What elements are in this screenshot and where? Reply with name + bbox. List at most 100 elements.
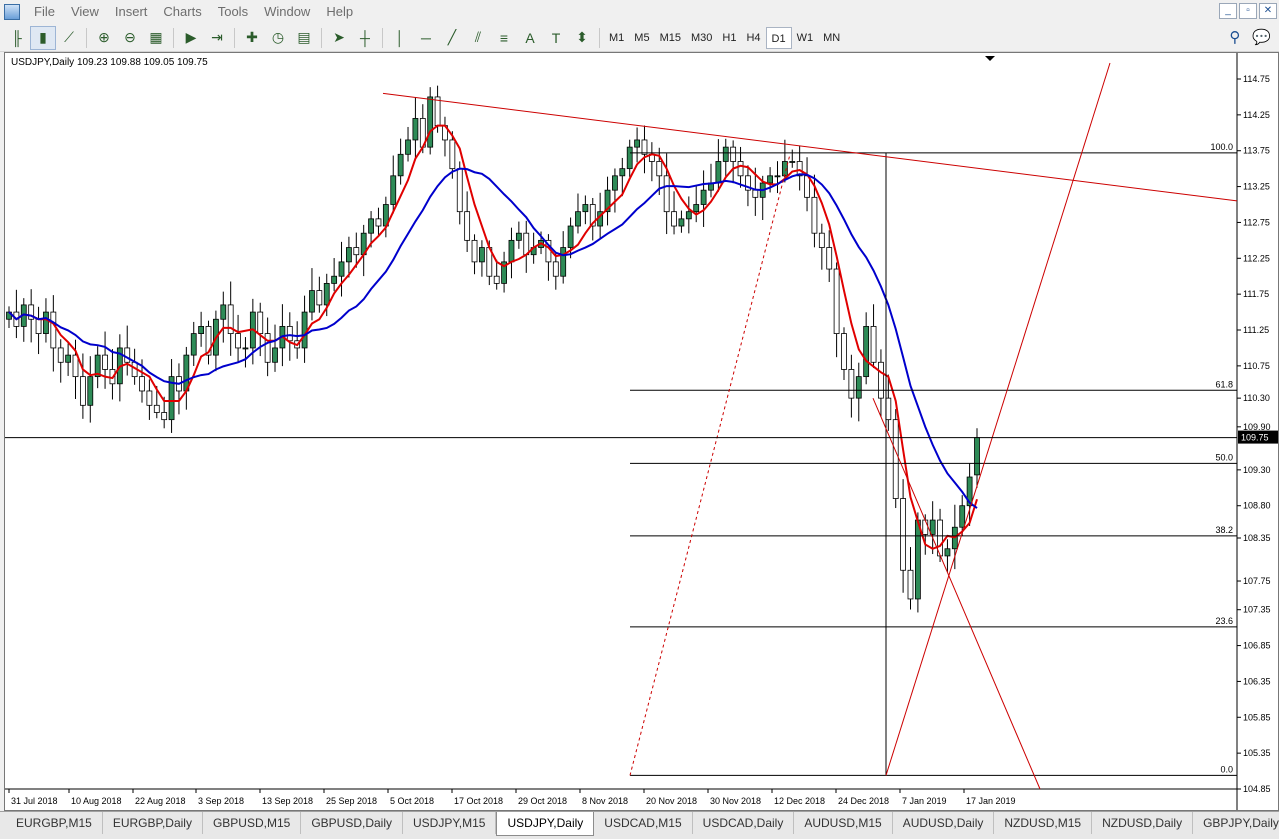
menu-help[interactable]: Help xyxy=(318,0,361,24)
candle-body xyxy=(124,347,131,363)
text-icon[interactable]: A xyxy=(517,26,543,50)
candle-body xyxy=(353,247,360,256)
chart-tab[interactable]: USDJPY,M15 xyxy=(403,812,497,834)
price-tick-label: 104.85 xyxy=(1243,784,1271,794)
candle-body xyxy=(338,261,345,277)
time-tick-label: 22 Aug 2018 xyxy=(135,796,186,806)
menu-insert[interactable]: Insert xyxy=(107,0,156,24)
candle-body xyxy=(789,161,796,163)
crosshair-icon[interactable]: ┼ xyxy=(352,26,378,50)
candle-body xyxy=(900,498,907,571)
price-chart[interactable]: 114.75 114.25 113.75 113.25 112.75 112.25 111.… xyxy=(5,53,1279,811)
chart-shift-icon[interactable]: ⇥ xyxy=(204,26,230,50)
menu-view[interactable]: View xyxy=(63,0,107,24)
price-tick-label: 113.25 xyxy=(1243,182,1270,192)
chart-tab[interactable]: NZDUSD,M15 xyxy=(994,812,1093,834)
periods-icon[interactable]: ◷ xyxy=(265,26,291,50)
line-chart-icon[interactable]: ⟋ xyxy=(56,26,82,50)
time-tick-label: 3 Sep 2018 xyxy=(198,796,244,806)
timeframe-h1[interactable]: H1 xyxy=(717,27,741,49)
minimize-icon[interactable]: _ xyxy=(1219,3,1237,19)
support-trendline xyxy=(885,62,1111,776)
zoom-out-icon[interactable]: ⊖ xyxy=(117,26,143,50)
candle-body xyxy=(634,139,640,148)
indicators-icon[interactable]: ✚ xyxy=(239,26,265,50)
autoscroll-icon[interactable]: ▶ xyxy=(178,26,204,50)
cursor-icon[interactable]: ➤ xyxy=(326,26,352,50)
candlestick-chart-icon[interactable]: ▮ xyxy=(30,25,56,50)
timeframe-w1[interactable]: W1 xyxy=(792,27,819,49)
timeframe-m15[interactable]: M15 xyxy=(655,27,686,49)
candle-body xyxy=(774,175,781,178)
timeframe-h4[interactable]: H4 xyxy=(741,27,765,49)
resistance-trendline xyxy=(382,92,1238,202)
timeframe-m5[interactable]: M5 xyxy=(629,27,654,49)
chat-icon[interactable]: 💬 xyxy=(1252,28,1271,46)
vertical-line-icon[interactable]: │ xyxy=(387,26,413,50)
chart-tab[interactable]: EURGBP,Daily xyxy=(103,812,203,834)
dashed-trendline xyxy=(629,154,791,776)
fibonacci-level-label: 50.0 xyxy=(1215,452,1233,462)
candle-body xyxy=(456,168,463,213)
templates-icon[interactable]: ▤ xyxy=(291,26,317,50)
candle-body xyxy=(146,390,153,406)
candle-body xyxy=(427,96,434,148)
candle-body xyxy=(102,354,108,370)
menu-file[interactable]: File xyxy=(26,0,63,24)
close-icon[interactable]: ✕ xyxy=(1259,3,1277,19)
fibonacci-icon[interactable]: ≡ xyxy=(491,26,517,50)
chart-window[interactable]: 114.75 114.25 113.75 113.25 112.75 112.25 111.… xyxy=(4,52,1279,811)
bar-chart-icon[interactable]: ╟ xyxy=(4,26,30,50)
menu-charts[interactable]: Charts xyxy=(155,0,209,24)
time-tick-label: 7 Jan 2019 xyxy=(902,796,947,806)
candle-body xyxy=(552,261,559,277)
candle-body xyxy=(316,290,323,306)
candle-body xyxy=(626,146,633,170)
horizontal-line-icon[interactable]: ─ xyxy=(413,26,439,50)
chart-tab[interactable]: EURGBP,M15 xyxy=(6,812,103,834)
chart-tab[interactable]: USDJPY,Daily xyxy=(496,812,595,836)
tile-windows-icon[interactable]: ▦ xyxy=(143,26,169,50)
chart-tab[interactable]: GBPJPY,Daily xyxy=(1193,812,1279,834)
candle-body xyxy=(914,519,921,600)
candle-body xyxy=(50,311,57,349)
candle-body xyxy=(907,569,914,600)
arrows-icon[interactable]: ⬍ xyxy=(569,26,595,50)
zoom-in-icon[interactable]: ⊕ xyxy=(91,26,117,50)
restore-icon[interactable]: ▫ xyxy=(1239,3,1257,19)
candle-body xyxy=(737,161,744,177)
chart-tab[interactable]: USDCAD,M15 xyxy=(594,812,693,834)
price-tick-label: 112.25 xyxy=(1243,253,1270,263)
search-icon[interactable]: ⚲ xyxy=(1229,28,1240,46)
menu-tools[interactable]: Tools xyxy=(210,0,256,24)
chart-tab[interactable]: GBPUSD,Daily xyxy=(301,812,403,834)
menu-window[interactable]: Window xyxy=(256,0,318,24)
candle-body xyxy=(885,397,892,421)
fibonacci-level-label: 23.6 xyxy=(1215,616,1233,626)
trendline-icon[interactable]: ╱ xyxy=(439,26,465,50)
time-tick-label: 17 Jan 2019 xyxy=(966,796,1016,806)
timeframe-d1[interactable]: D1 xyxy=(765,26,792,49)
timeframe-m30[interactable]: M30 xyxy=(686,27,717,49)
text-label-icon[interactable]: T xyxy=(543,26,569,50)
candle-body xyxy=(582,204,589,213)
candle-body xyxy=(139,376,145,392)
candle-body xyxy=(959,505,966,528)
timeframe-mn[interactable]: MN xyxy=(818,27,845,49)
candle-body xyxy=(974,437,980,476)
candle-body xyxy=(57,347,64,363)
candle-body xyxy=(811,196,818,234)
candle-body xyxy=(79,376,86,406)
candle-body xyxy=(715,161,722,184)
price-tick-label: 107.75 xyxy=(1243,576,1271,586)
equidistant-channel-icon[interactable]: ⫽ xyxy=(465,26,491,50)
chart-tab[interactable]: AUDUSD,Daily xyxy=(893,812,995,834)
price-tick-label: 113.75 xyxy=(1243,146,1270,156)
chart-tab[interactable]: USDCAD,Daily xyxy=(693,812,795,834)
chart-tab[interactable]: AUDUSD,M15 xyxy=(794,812,893,834)
chart-tab[interactable]: NZDUSD,Daily xyxy=(1092,812,1194,834)
timeframe-m1[interactable]: M1 xyxy=(604,27,629,49)
candle-body xyxy=(855,376,862,399)
chart-tab[interactable]: GBPUSD,M15 xyxy=(203,812,302,834)
candle-body xyxy=(515,232,522,241)
